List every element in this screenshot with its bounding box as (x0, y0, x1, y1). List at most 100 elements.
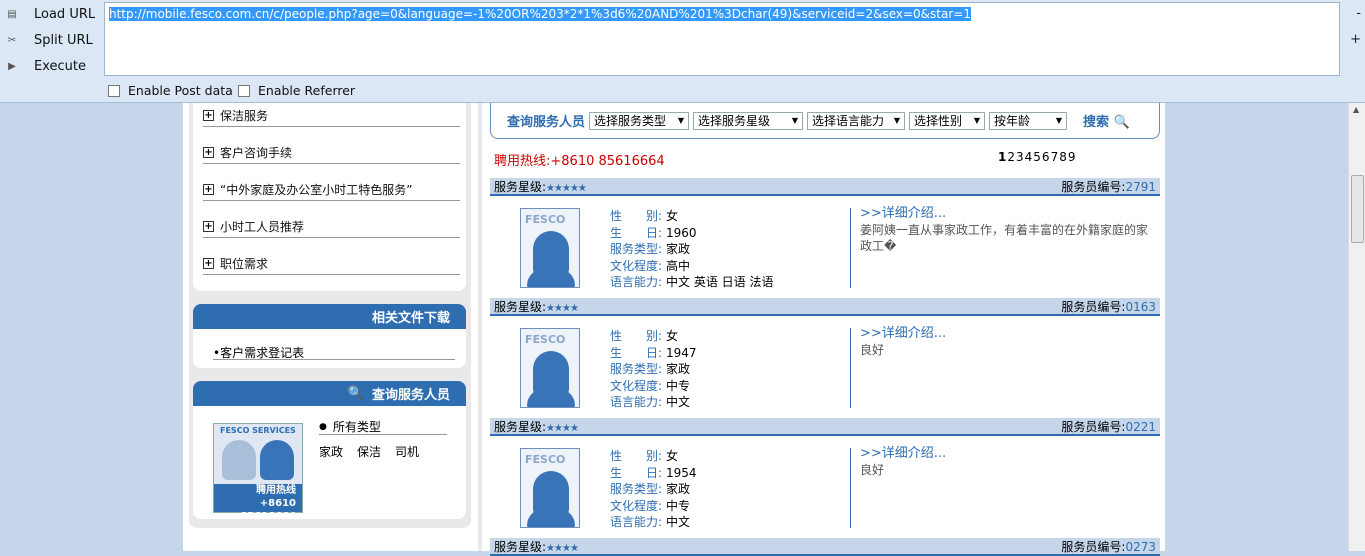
execute-icon: ▶ (8, 60, 16, 72)
star-level: 服务星级:★★★★ (494, 538, 579, 555)
all-types-link[interactable]: ● 所有类型 (319, 419, 447, 435)
sex-select[interactable]: 选择性别 ▼ (909, 111, 986, 130)
split-url-label: Split URL (34, 32, 93, 48)
shoulder-shape (527, 509, 575, 527)
star-rating-icon: ★★★★ (546, 542, 579, 554)
divider (850, 448, 851, 528)
staff-photo[interactable]: FESCO (520, 448, 580, 528)
page-link[interactable]: 7 (1051, 150, 1060, 164)
doc-link[interactable]: •客户需求登记表 (213, 344, 455, 360)
id-value: 0221 (1125, 419, 1156, 434)
service-menu: + 保洁服务 + 客户咨询手续 + “中外家庭及办公室小时工特色服务” + 小时工人员推… (193, 103, 466, 291)
enable-post-checkbox[interactable]: Enable Post data (108, 83, 233, 98)
checkbox-box[interactable] (238, 84, 250, 97)
page-link[interactable]: 8 (1059, 150, 1068, 164)
page-link[interactable]: 6 (1042, 150, 1051, 164)
field-value: 家政 (666, 482, 691, 497)
age-select[interactable]: 按年龄 ▼ (989, 111, 1068, 130)
category-link[interactable]: 司机 (395, 443, 419, 460)
vertical-scrollbar[interactable]: ▲ (1348, 103, 1365, 551)
split-url-icon: ✂ (7, 34, 17, 46)
staff-id: 服务员编号:0163 (1061, 298, 1156, 315)
field-label: 服务类型: (610, 242, 663, 257)
url-textarea[interactable]: http://mobile.fesco.com.cn/c/people.php?… (104, 2, 1340, 76)
category-link[interactable]: 保洁 (357, 443, 381, 460)
staff-photo[interactable]: FESCO (520, 208, 580, 288)
execute-label: Execute (34, 58, 86, 74)
search-panel-header: 🔍 查询服务人员 (193, 381, 466, 406)
male-silhouette-icon (222, 440, 256, 480)
menu-item-label: “中外家庭及办公室小时工特色服务” (220, 183, 413, 197)
category-links: 家政 保洁 司机 (319, 443, 447, 460)
field-value: 女 (666, 449, 679, 463)
staff-id: 服务员编号:0273 (1061, 538, 1156, 555)
star-label: 服务星级: (494, 299, 547, 314)
menu-item-label: 客户咨询手续 (220, 146, 293, 160)
expand-plus-icon[interactable]: + (203, 184, 214, 195)
field-label: 生 日: (610, 225, 663, 240)
load-url-label: Load URL (34, 6, 96, 22)
page-link-current[interactable]: 1 (998, 150, 1007, 164)
dropdown-arrow-icon: ▼ (791, 116, 799, 125)
expand-button[interactable]: + (1350, 32, 1361, 47)
language-select[interactable]: 选择语言能力 ▼ (807, 111, 906, 130)
page-link[interactable]: 9 (1068, 150, 1077, 164)
field-label: 服务类型: (610, 362, 663, 377)
photo-brand: FESCO (525, 213, 566, 226)
page-link[interactable]: 2 (1007, 150, 1016, 164)
category-link[interactable]: 家政 (319, 443, 343, 460)
service-type-select[interactable]: 选择服务类型 ▼ (589, 111, 690, 130)
load-url-icon: ▤ (7, 8, 17, 20)
field-value: 女 (666, 329, 679, 343)
scrollbar-thumb[interactable] (1351, 175, 1364, 243)
field-value: 1947 (666, 345, 697, 360)
id-value: 0273 (1125, 539, 1156, 554)
record-body: FESCO 性 别: 女 生 日: 1947 服务类型: 家政 文化程度: 中专 语言能… (490, 318, 1160, 418)
expand-plus-icon[interactable]: + (203, 147, 214, 158)
star-level: 服务星级:★★★★ (494, 298, 579, 315)
scroll-up-arrow-icon[interactable]: ▲ (1353, 105, 1359, 114)
shoulder-shape (527, 389, 575, 407)
female-silhouette-icon (260, 440, 294, 480)
record-header: 服务星级:★★★★ 服务员编号:0221 (490, 418, 1160, 436)
expand-plus-icon[interactable]: + (203, 258, 214, 269)
enable-referrer-checkbox[interactable]: Enable Referrer (238, 83, 355, 98)
staff-id: 服务员编号:2791 (1061, 178, 1156, 195)
menu-item[interactable]: + 小时工人员推荐 (203, 216, 460, 238)
page-link[interactable]: 4 (1025, 150, 1034, 164)
expand-plus-icon[interactable]: + (203, 221, 214, 232)
page-link[interactable]: 3 (1016, 150, 1025, 164)
card-line2: +8610 85616664 (240, 498, 296, 522)
menu-item[interactable]: + “中外家庭及办公室小时工特色服务” (203, 179, 460, 201)
shrink-button[interactable]: - (1356, 6, 1361, 21)
enable-post-label: Enable Post data (128, 83, 233, 98)
id-value: 0163 (1125, 299, 1156, 314)
menu-item[interactable]: + 职位需求 (203, 253, 460, 275)
menu-item[interactable]: + 保洁服务 (203, 105, 460, 127)
checkbox-box[interactable] (108, 84, 120, 97)
field-value: 中文 英语 日语 法语 (666, 275, 774, 290)
search-button[interactable]: 搜索 🔍 (1083, 111, 1130, 130)
load-url-button[interactable]: ▤ Load URL (0, 2, 100, 26)
field-label: 文化程度: (610, 378, 663, 393)
detail-link[interactable]: >>详细介绍... (860, 446, 1152, 462)
url-text: http://mobile.fesco.com.cn/c/people.php?… (109, 7, 971, 21)
field-value: 中专 (666, 378, 691, 393)
menu-item[interactable]: + 客户咨询手续 (203, 142, 460, 164)
field-label: 语言能力: (610, 515, 663, 530)
split-url-button[interactable]: ✂ Split URL (0, 28, 100, 52)
execute-button[interactable]: ▶ Execute (0, 54, 100, 78)
card-brand: FESCO SERVICES (220, 426, 296, 435)
card-line1: 聘用热线 (256, 485, 296, 496)
page-link[interactable]: 5 (1033, 150, 1042, 164)
star-label: 服务星级: (494, 179, 547, 194)
field-label: 语言能力: (610, 275, 663, 290)
docs-panel: 相关文件下载 •客户需求登记表 (193, 304, 466, 368)
detail-link[interactable]: >>详细介绍... (860, 326, 1152, 342)
star-level-select[interactable]: 选择服务星级 ▼ (693, 111, 804, 130)
photo-brand: FESCO (525, 453, 566, 466)
detail-link[interactable]: >>详细介绍... (860, 206, 1152, 222)
menu-item-label: 保洁服务 (220, 109, 269, 123)
staff-photo[interactable]: FESCO (520, 328, 580, 408)
expand-plus-icon[interactable]: + (203, 110, 214, 121)
